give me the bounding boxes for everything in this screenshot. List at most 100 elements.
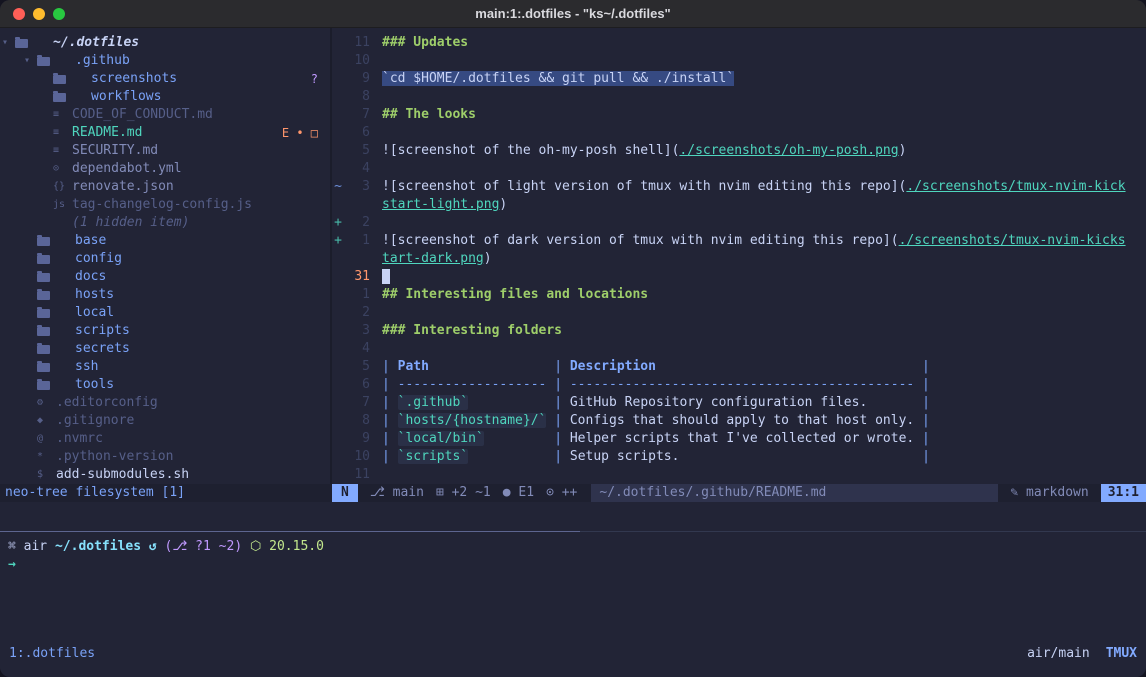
status-row: neo-tree filesystem [1] N ⎇ main ⊞ +2 ~1… xyxy=(0,484,1146,502)
editor-line[interactable]: 31 xyxy=(332,268,1146,286)
line-number: 11 xyxy=(344,34,370,52)
editor-line[interactable]: 4 xyxy=(332,340,1146,358)
zoom-button[interactable] xyxy=(53,8,65,20)
editor-line[interactable]: 7| `.github` | GitHub Repository configu… xyxy=(332,394,1146,412)
code-token: ./screenshots/tmux-nvim-kick xyxy=(906,179,1125,194)
tree-item[interactable]: (1 hidden item) xyxy=(0,214,330,232)
code-token: | xyxy=(382,359,398,374)
code-token: ) xyxy=(899,143,907,158)
code-token: ![screenshot of dark version of tmux wit… xyxy=(382,233,899,248)
tree-item-badge: ? xyxy=(311,70,318,88)
tree-item[interactable]: scripts xyxy=(0,322,330,340)
code-token: ./screenshots/oh-my-posh.png xyxy=(679,143,898,158)
editor-line[interactable]: 8| `hosts/{hostname}/` | Configs that sh… xyxy=(332,412,1146,430)
minimize-button[interactable] xyxy=(33,8,45,20)
prompt-token: air xyxy=(24,539,55,554)
tmux-window-tab[interactable]: 1:.dotfiles xyxy=(9,645,95,663)
code-token: ) xyxy=(499,197,507,212)
line-number xyxy=(344,250,370,268)
tree-item[interactable]: ≡README.mdE • □ xyxy=(0,124,330,142)
tree-item[interactable]: @.nvmrc xyxy=(0,430,330,448)
shell-input-line[interactable]: → xyxy=(8,556,16,574)
tmux-pane-border-highlight xyxy=(0,531,580,532)
cursor-position: 31:1 xyxy=(1101,484,1146,502)
editor-line[interactable]: start-light.png) xyxy=(332,196,1146,214)
editor-line[interactable]: 5![screenshot of the oh-my-posh shell](.… xyxy=(332,142,1146,160)
mode-indicator: N xyxy=(332,484,358,502)
tree-item-badge: E • □ xyxy=(282,124,318,142)
code-token: | xyxy=(914,395,930,410)
file-icon: {} xyxy=(53,178,72,196)
tree-item[interactable]: screenshots? xyxy=(0,70,330,88)
line-text: tart-dark.png) xyxy=(382,250,492,268)
code-token: | xyxy=(546,359,569,374)
tree-item[interactable]: workflows xyxy=(0,88,330,106)
gutter-sign xyxy=(332,466,344,484)
editor-line[interactable]: +1![screenshot of dark version of tmux w… xyxy=(332,232,1146,250)
line-number: 10 xyxy=(344,52,370,70)
editor-line[interactable]: 3### Interesting folders xyxy=(332,322,1146,340)
editor-line[interactable]: 6| ------------------- | ---------------… xyxy=(332,376,1146,394)
line-number: 2 xyxy=(344,304,370,322)
tree-item[interactable]: docs xyxy=(0,268,330,286)
tree-item[interactable]: ≡CODE_OF_CONDUCT.md xyxy=(0,106,330,124)
editor-line[interactable]: 4 xyxy=(332,160,1146,178)
line-number: 9 xyxy=(344,430,370,448)
line-number: 5 xyxy=(344,142,370,160)
tree-item[interactable]: tools xyxy=(0,376,330,394)
code-token: | xyxy=(546,377,569,392)
tree-item[interactable]: ⚙.editorconfig xyxy=(0,394,330,412)
close-button[interactable] xyxy=(13,8,25,20)
editor-line[interactable]: 10 xyxy=(332,52,1146,70)
tree-item[interactable]: ▾.github xyxy=(0,52,330,70)
folder-icon xyxy=(37,327,50,336)
editor-line[interactable]: tart-dark.png) xyxy=(332,250,1146,268)
titlebar: main:1:.dotfiles - "ks~/.dotfiles" xyxy=(0,0,1146,28)
neo-tree-statusline: neo-tree filesystem [1] xyxy=(0,484,332,502)
gutter-sign: + xyxy=(332,214,344,232)
tree-item[interactable]: base xyxy=(0,232,330,250)
tree-item[interactable]: local xyxy=(0,304,330,322)
tree-item[interactable]: ◆.gitignore xyxy=(0,412,330,430)
editor-line[interactable]: 8 xyxy=(332,88,1146,106)
line-number: 31 xyxy=(344,268,370,286)
tree-item[interactable]: secrets xyxy=(0,340,330,358)
code-token xyxy=(656,359,914,374)
editor-line[interactable]: 11### Updates xyxy=(332,34,1146,52)
editor-line[interactable]: 9| `local/bin` | Helper scripts that I'v… xyxy=(332,430,1146,448)
editor-line[interactable]: ~3![screenshot of light version of tmux … xyxy=(332,178,1146,196)
code-token: `cd $HOME/.dotfiles && git pull && ./ins… xyxy=(382,71,734,86)
tree-item[interactable]: hosts xyxy=(0,286,330,304)
editor-line[interactable]: 10| `scripts` | Setup scripts. | xyxy=(332,448,1146,466)
code-token: Helper scripts that I've collected or wr… xyxy=(570,431,914,446)
code-token: Setup scripts. xyxy=(570,449,680,464)
tree-item[interactable]: jstag-changelog-config.js xyxy=(0,196,330,214)
editor-line[interactable]: 1## Interesting files and locations xyxy=(332,286,1146,304)
line-number: 6 xyxy=(344,124,370,142)
git-diff-stats: ⊞ +2 ~1 xyxy=(436,484,491,502)
file-icon: js xyxy=(53,196,72,214)
line-number xyxy=(344,196,370,214)
editor-line[interactable]: 6 xyxy=(332,124,1146,142)
tree-item[interactable]: ≡SECURITY.md xyxy=(0,142,330,160)
tree-item[interactable]: ssh xyxy=(0,358,330,376)
tree-item[interactable]: {}renovate.json xyxy=(0,178,330,196)
terminal-window: main:1:.dotfiles - "ks~/.dotfiles" ▾~/.d… xyxy=(0,0,1146,677)
editor-line[interactable]: 2 xyxy=(332,304,1146,322)
tree-item[interactable]: $add-submodules.sh xyxy=(0,466,330,484)
line-text: ![screenshot of dark version of tmux wit… xyxy=(382,232,1126,250)
editor-line[interactable]: 7## The looks xyxy=(332,106,1146,124)
neo-tree-sidebar: ▾~/.dotfiles▾.githubscreenshots?workflow… xyxy=(0,34,330,484)
editor-line[interactable]: +2 xyxy=(332,214,1146,232)
editor-line[interactable]: 11 xyxy=(332,466,1146,484)
tree-item-label: local xyxy=(75,304,114,322)
gutter-sign xyxy=(332,268,344,286)
editor-line[interactable]: 9`cd $HOME/.dotfiles && git pull && ./in… xyxy=(332,70,1146,88)
code-token: ## The looks xyxy=(382,107,476,122)
tree-item[interactable]: ▾~/.dotfiles xyxy=(0,34,330,52)
tree-item[interactable]: *.python-version xyxy=(0,448,330,466)
code-token: | xyxy=(382,431,398,446)
tree-item[interactable]: ⊙dependabot.yml xyxy=(0,160,330,178)
editor-line[interactable]: 5| Path | Description | xyxy=(332,358,1146,376)
tree-item[interactable]: config xyxy=(0,250,330,268)
